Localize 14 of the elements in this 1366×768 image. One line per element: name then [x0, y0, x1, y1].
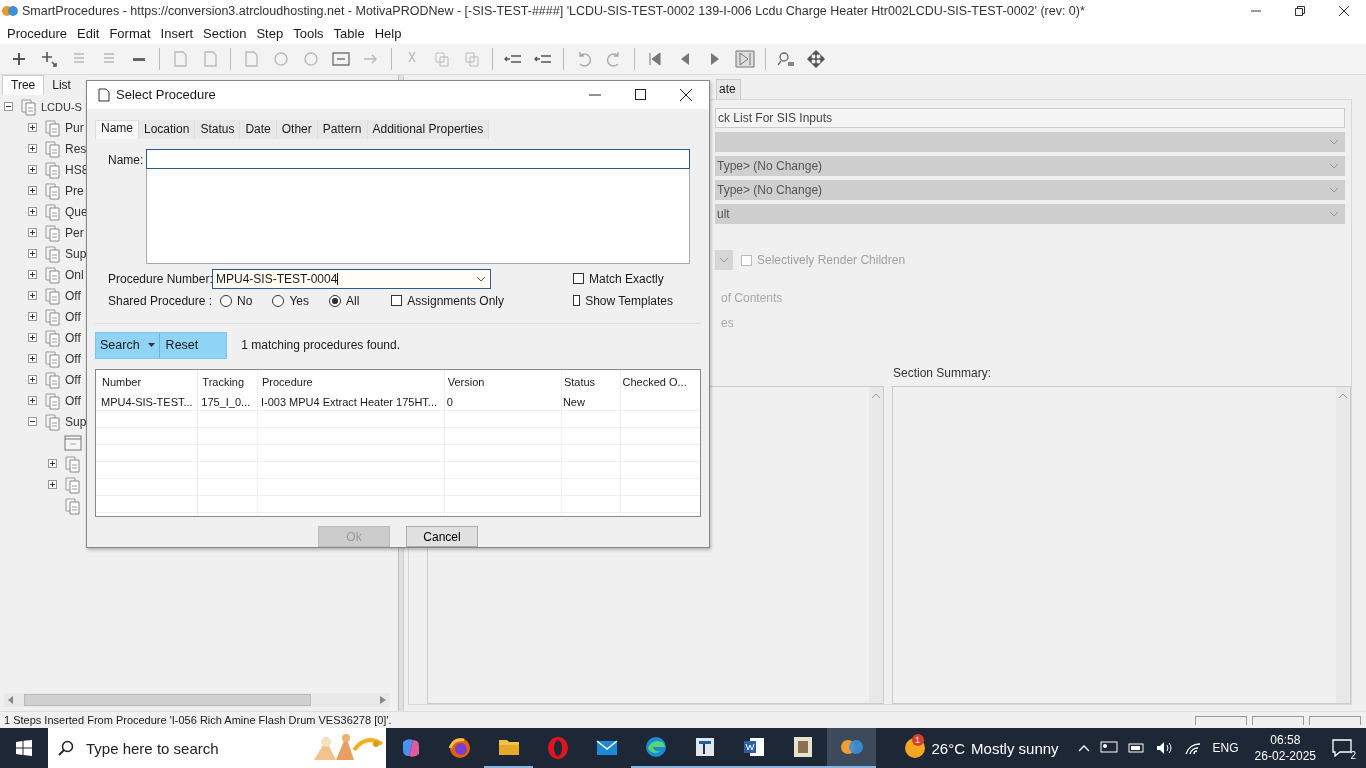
weather-condition: Mostly sunny [971, 739, 1059, 757]
option-label: es [720, 316, 735, 330]
procedure-number-label: Procedure Number: [108, 271, 212, 286]
weather-badge: 1 [911, 734, 924, 746]
option-label: of Contents [720, 291, 784, 305]
dialog-title: Select Procedure [116, 87, 216, 103]
temperature: 26°C [931, 739, 966, 757]
name-label: Name: [108, 151, 142, 169]
window-title: SmartProcedures - https://conversion3.atrcloudhosting.net - MotivaPRODNew - [-SIS-TEST-####] 'LCDU-SIS-TEST-0002 139-I-006 Lcdu Charge Heater Htr002LCDU-SIS-TEST-0002' (rev: 0)* [22, 4, 1085, 18]
shared-procedure-label: Shared Procedure : [108, 293, 213, 308]
notification-count: 2 [1350, 750, 1356, 761]
result-count: 1 matching procedures found. [241, 338, 401, 353]
section-summary-label: Section Summary: [893, 366, 992, 380]
status-text: 1 Steps Inserted From Procedure 'I-056 Rich Amine Flash Drum VES36278 [0]'. [4, 714, 392, 726]
